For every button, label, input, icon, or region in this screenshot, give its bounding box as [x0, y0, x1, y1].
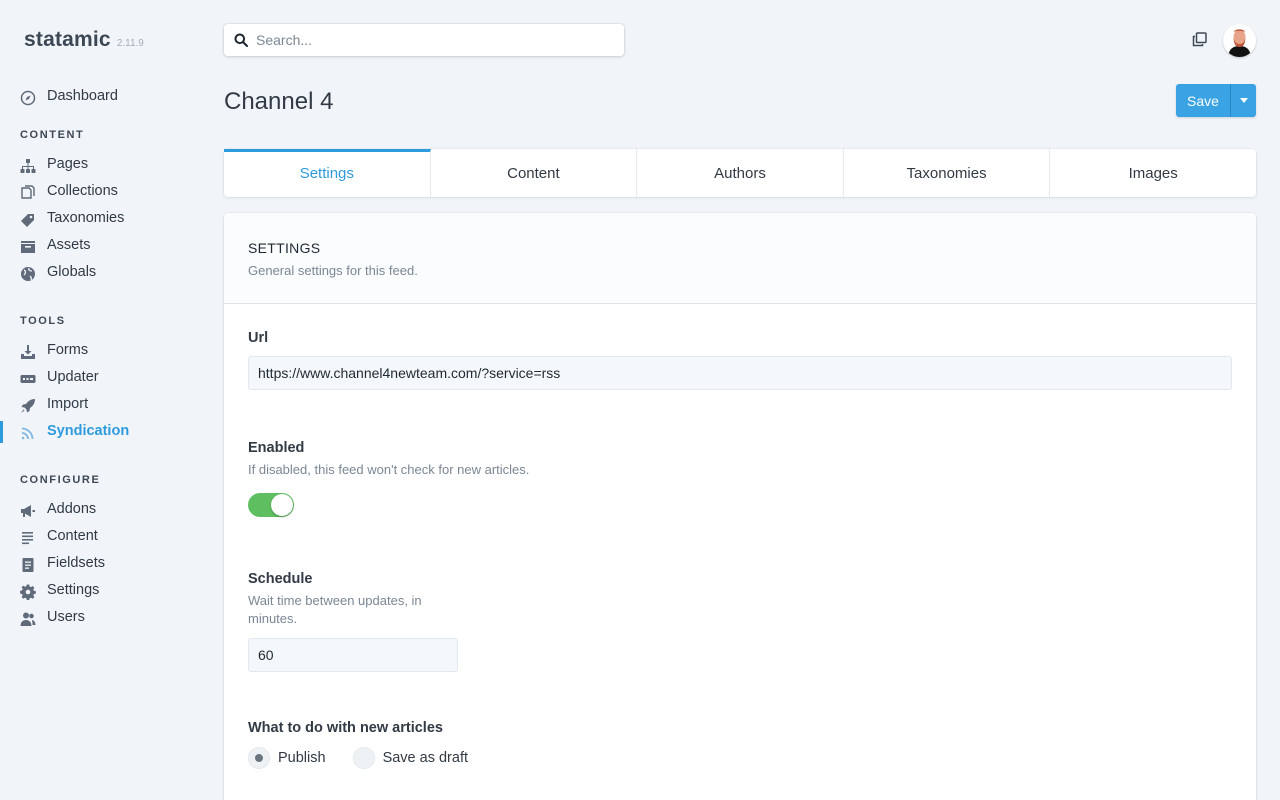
brand[interactable]: statamic 2.11.9	[24, 28, 144, 52]
sidebar-item-pages[interactable]: Pages	[0, 153, 200, 177]
tab-settings[interactable]: Settings	[224, 149, 431, 197]
megaphone-icon	[21, 505, 35, 517]
sidebar-item-users[interactable]: Users	[0, 606, 200, 630]
app-root: statamic 2.11.9 Dashboard CONTENT Pages	[0, 0, 1280, 800]
sidebar-item-syndication[interactable]: Syndication	[0, 420, 200, 444]
external-window-icon[interactable]	[1192, 32, 1207, 47]
document-icon	[22, 558, 34, 572]
brand-name: statamic	[24, 28, 111, 51]
sidebar-item-taxonomies[interactable]: Taxonomies	[0, 207, 200, 231]
sidebar-item-label: Fieldsets	[47, 555, 106, 571]
global-search[interactable]	[224, 24, 624, 56]
rss-icon	[21, 427, 34, 440]
lines-icon	[22, 532, 33, 545]
sidebar-item-label: Settings	[47, 582, 100, 598]
active-indicator	[0, 421, 3, 443]
radio-save-as-draft-label[interactable]: Save as draft	[383, 750, 468, 766]
sidebar-item-dashboard[interactable]: Dashboard	[0, 85, 200, 109]
globe-icon	[21, 267, 35, 281]
save-button-group: Save	[1176, 84, 1256, 117]
url-input[interactable]	[248, 356, 1232, 390]
rocket-icon	[21, 399, 35, 413]
feed-tabs: Settings Content Authors Taxonomies Imag…	[224, 149, 1256, 197]
users-icon	[20, 612, 36, 626]
sidebar-section-content: CONTENT	[20, 129, 85, 141]
enabled-help: If disabled, this feed won't check for n…	[248, 462, 530, 477]
sidebar-item-import[interactable]: Import	[0, 393, 200, 417]
sitemap-icon	[20, 159, 36, 173]
compass-icon	[20, 90, 36, 106]
sidebar-item-settings[interactable]: Settings	[0, 579, 200, 603]
radio-publish[interactable]	[248, 747, 270, 769]
sidebar-item-label: Import	[47, 396, 89, 412]
sidebar-item-label: Collections	[47, 183, 118, 199]
sidebar-item-globals[interactable]: Globals	[0, 261, 200, 285]
sidebar-item-addons[interactable]: Addons	[0, 498, 200, 522]
radio-publish-label[interactable]: Publish	[278, 750, 326, 766]
sidebar-item-label: Globals	[47, 264, 97, 280]
enabled-toggle[interactable]	[248, 493, 294, 517]
user-avatar[interactable]	[1223, 24, 1256, 57]
tab-content[interactable]: Content	[431, 149, 638, 197]
sidebar: statamic 2.11.9 Dashboard CONTENT Pages	[0, 0, 200, 800]
sidebar-item-label: Pages	[47, 156, 89, 172]
sidebar-section-tools: TOOLS	[20, 315, 66, 327]
sidebar-item-updater[interactable]: Updater	[0, 366, 200, 390]
schedule-help-line-2: minutes.	[248, 611, 298, 626]
page-title: Channel 4	[224, 88, 334, 115]
save-button[interactable]: Save	[1176, 84, 1230, 117]
tab-images[interactable]: Images	[1050, 149, 1256, 197]
sidebar-item-label: Users	[47, 609, 85, 625]
sidebar-item-label: Forms	[47, 342, 89, 358]
sidebar-item-assets[interactable]: Assets	[0, 234, 200, 258]
new-articles-label: What to do with new articles	[248, 720, 443, 736]
schedule-help-line-1: Wait time between updates, in	[248, 593, 422, 608]
sidebar-item-label: Syndication	[47, 423, 130, 439]
caret-down-icon	[1239, 98, 1248, 103]
new-articles-options: Publish Save as draft	[248, 747, 468, 769]
url-label: Url	[248, 330, 269, 346]
sidebar-item-label: Addons	[47, 501, 97, 517]
settings-card-header: SETTINGS General settings for this feed.	[224, 213, 1256, 304]
updater-icon	[20, 375, 36, 383]
sidebar-item-label: Content	[47, 528, 98, 544]
sidebar-item-label: Assets	[47, 237, 91, 253]
sidebar-item-forms[interactable]: Forms	[0, 339, 200, 363]
sidebar-section-configure: CONFIGURE	[20, 474, 101, 486]
sidebar-item-fieldsets[interactable]: Fieldsets	[0, 552, 200, 576]
sidebar-item-label: Dashboard	[47, 88, 118, 104]
section-title: SETTINGS	[248, 240, 321, 256]
brand-version: 2.11.9	[116, 38, 144, 49]
download-tray-icon	[21, 345, 35, 359]
tag-icon	[21, 214, 34, 227]
radio-save-as-draft[interactable]	[352, 747, 375, 769]
sidebar-item-content[interactable]: Content	[0, 525, 200, 549]
search-input[interactable]	[256, 30, 616, 50]
sidebar-item-label: Updater	[47, 369, 99, 385]
enabled-label: Enabled	[248, 440, 305, 456]
gear-icon	[20, 584, 36, 600]
sidebar-item-label: Taxonomies	[47, 210, 125, 226]
avatar-illustration	[1223, 24, 1256, 57]
save-options-dropdown[interactable]	[1230, 84, 1256, 117]
collections-icon	[21, 185, 35, 199]
section-description: General settings for this feed.	[248, 263, 418, 278]
sidebar-item-collections[interactable]: Collections	[0, 180, 200, 204]
tab-authors[interactable]: Authors	[637, 149, 844, 197]
schedule-input[interactable]	[248, 638, 458, 672]
schedule-label: Schedule	[248, 571, 313, 587]
toggle-knob	[271, 494, 293, 516]
settings-card: SETTINGS General settings for this feed.…	[224, 213, 1256, 800]
assets-icon	[21, 241, 35, 253]
search-icon	[234, 33, 248, 47]
tab-taxonomies[interactable]: Taxonomies	[844, 149, 1051, 197]
